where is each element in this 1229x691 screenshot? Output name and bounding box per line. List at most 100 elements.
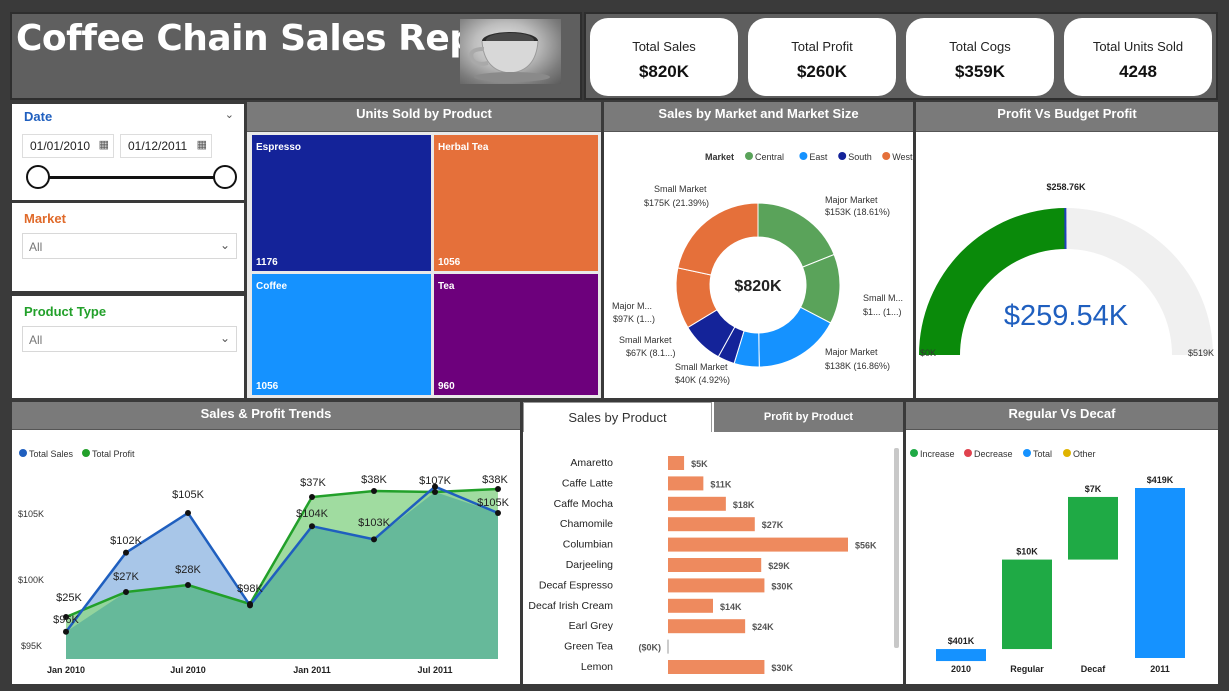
- kpi-label: Total Units Sold: [1092, 39, 1184, 54]
- legend-label: South: [848, 152, 872, 162]
- tab-sales-by-product[interactable]: Sales by Product: [523, 402, 712, 432]
- waterfall-bar-regular[interactable]: [1002, 559, 1052, 650]
- data-label: $104K: [296, 508, 328, 520]
- gauge-max-label: $519K: [1188, 348, 1214, 358]
- legend-label: Total Sales: [29, 449, 74, 459]
- donut-slice-central-major-market[interactable]: [757, 202, 835, 268]
- treemap-cell-coffee[interactable]: Coffee 1056: [252, 274, 431, 395]
- legend-label: West: [892, 152, 913, 162]
- waterfall-bars: $401K 2010 $10K Regular $7K Decaf $419K 2011: [936, 475, 1185, 674]
- profit-point[interactable]: [309, 494, 315, 500]
- bar-earl-grey[interactable]: [668, 619, 746, 634]
- tab-label: Profit by Product: [763, 411, 854, 423]
- waterfall-value-label: $419K: [1147, 475, 1174, 485]
- bar-darjeeling[interactable]: [668, 558, 762, 572]
- bar-chamomile[interactable]: [668, 517, 755, 532]
- bar-value-label: $11K: [710, 479, 732, 489]
- kpi-strip: Total Sales $820K Total Profit $260K Tot…: [584, 12, 1218, 100]
- kpi-card-total-units-sold: Total Units Sold 4248: [1064, 18, 1212, 96]
- product-type-dropdown[interactable]: All ⌄: [22, 326, 237, 352]
- bar-value-label: $30K: [771, 663, 793, 673]
- bar-category-label: Caffe Mocha: [554, 498, 613, 510]
- date-range-end-handle[interactable]: [213, 165, 237, 189]
- donut-label-line2: $175K (21.39%): [644, 198, 709, 208]
- donut-label-line1: Small Market: [619, 335, 672, 345]
- data-label: $25K: [56, 592, 82, 604]
- sales-point[interactable]: [63, 628, 69, 635]
- donut-label-line1: Small M...: [863, 293, 903, 303]
- donut-title: Sales by Market and Market Size: [604, 102, 913, 132]
- profit-point[interactable]: [495, 486, 501, 492]
- bar-columbian[interactable]: [668, 537, 848, 552]
- coffee-cup-icon: [469, 32, 550, 82]
- y-tick: $105K: [18, 509, 44, 519]
- market-dropdown-value: All: [29, 240, 43, 254]
- gauge-fill: [919, 208, 1067, 355]
- donut-label-line1: Major Market: [825, 195, 878, 205]
- date-range-start-handle[interactable]: [26, 165, 50, 189]
- bar-lemon[interactable]: [668, 660, 765, 674]
- profit-point[interactable]: [123, 589, 129, 595]
- kpi-value: 4248: [1119, 62, 1157, 81]
- profit-point[interactable]: [247, 601, 253, 607]
- profit-point[interactable]: [371, 488, 377, 494]
- waterfall-bar-decaf[interactable]: [1068, 496, 1118, 560]
- sales-point[interactable]: [185, 510, 191, 516]
- bar-decaf-irish-cream[interactable]: [668, 598, 713, 613]
- donut-label-line2: $1... (1...): [863, 307, 902, 317]
- chevron-down-icon[interactable]: ⌄: [225, 108, 234, 121]
- bar-decaf-espresso[interactable]: [668, 578, 765, 593]
- data-label: $105K: [477, 497, 509, 509]
- x-tick: Jul 2010: [170, 665, 206, 675]
- bar-category-label: Chamomile: [560, 518, 613, 530]
- treemap-cell-herbal-tea[interactable]: Herbal Tea 1056: [434, 135, 598, 271]
- bar-caffe-mocha[interactable]: [668, 496, 726, 511]
- start-date-input[interactable]: 01/01/2010 ▦: [22, 134, 114, 158]
- market-dropdown[interactable]: All ⌄: [22, 233, 237, 259]
- waterfall-title: Regular Vs Decaf: [906, 402, 1218, 430]
- sales-point[interactable]: [123, 549, 129, 556]
- donut-slice-west-small-market[interactable]: [677, 202, 759, 276]
- sales-point[interactable]: [371, 536, 377, 543]
- waterfall-bar-2011[interactable]: [1135, 488, 1185, 658]
- waterfall-value-label: $7K: [1085, 484, 1102, 494]
- trends-legend: Total Sales Total Profit: [19, 449, 135, 459]
- waterfall-chart: Increase Decrease Total Other $401K2010$…: [910, 449, 1185, 674]
- data-label: $105K: [172, 489, 204, 501]
- donut-chart: Market Central East South West $820K Major …: [612, 152, 913, 385]
- start-date-value: 01/01/2010: [30, 139, 91, 153]
- trends-chart: Total Sales Total Profit $105K $100K $95…: [18, 449, 510, 675]
- waterfall-bar-2010[interactable]: [936, 649, 986, 662]
- kpi-label: Total Cogs: [949, 39, 1011, 54]
- sales-point[interactable]: [495, 510, 501, 516]
- treemap-cell-tea[interactable]: Tea 960: [434, 274, 598, 395]
- y-tick: $95K: [21, 641, 42, 651]
- treemap-cell-espresso[interactable]: Espresso 1176: [252, 135, 431, 271]
- calendar-icon[interactable]: ▦: [99, 138, 109, 151]
- legend-marker: [1023, 449, 1031, 457]
- vertical-scrollbar[interactable]: [894, 448, 899, 648]
- treemap-visual: Units Sold by Product Espresso 1176 Herb…: [247, 102, 601, 398]
- data-label: $38K: [361, 474, 387, 486]
- kpi-card-total-profit: Total Profit $260K: [748, 18, 896, 96]
- report-title: Coffee Chain Sales Report: [16, 18, 533, 59]
- treemap-cell-label: Herbal Tea: [438, 142, 489, 153]
- legend-label: Increase: [920, 449, 955, 459]
- end-date-input[interactable]: 01/12/2011 ▦: [120, 134, 212, 158]
- bar-caffe-latte[interactable]: [668, 476, 704, 491]
- data-label: $28K: [175, 564, 201, 576]
- x-tick: Jan 2010: [47, 665, 85, 675]
- bar-value-label: $29K: [768, 561, 790, 571]
- y-tick: $100K: [18, 575, 44, 585]
- bar-value-label: ($0K): [638, 643, 661, 653]
- kpi-value: $359K: [954, 62, 1006, 81]
- kpi-label: Total Profit: [791, 39, 853, 54]
- bar-amaretto[interactable]: [668, 456, 685, 470]
- profit-point[interactable]: [185, 582, 191, 588]
- tab-profit-by-product[interactable]: Profit by Product: [714, 402, 903, 432]
- calendar-icon[interactable]: ▦: [197, 138, 207, 151]
- donut-label-west-major: Major M... $97K (1...): [612, 301, 655, 324]
- profit-point[interactable]: [432, 489, 438, 495]
- treemap-cell-label: Tea: [438, 281, 455, 292]
- sales-point[interactable]: [309, 523, 315, 530]
